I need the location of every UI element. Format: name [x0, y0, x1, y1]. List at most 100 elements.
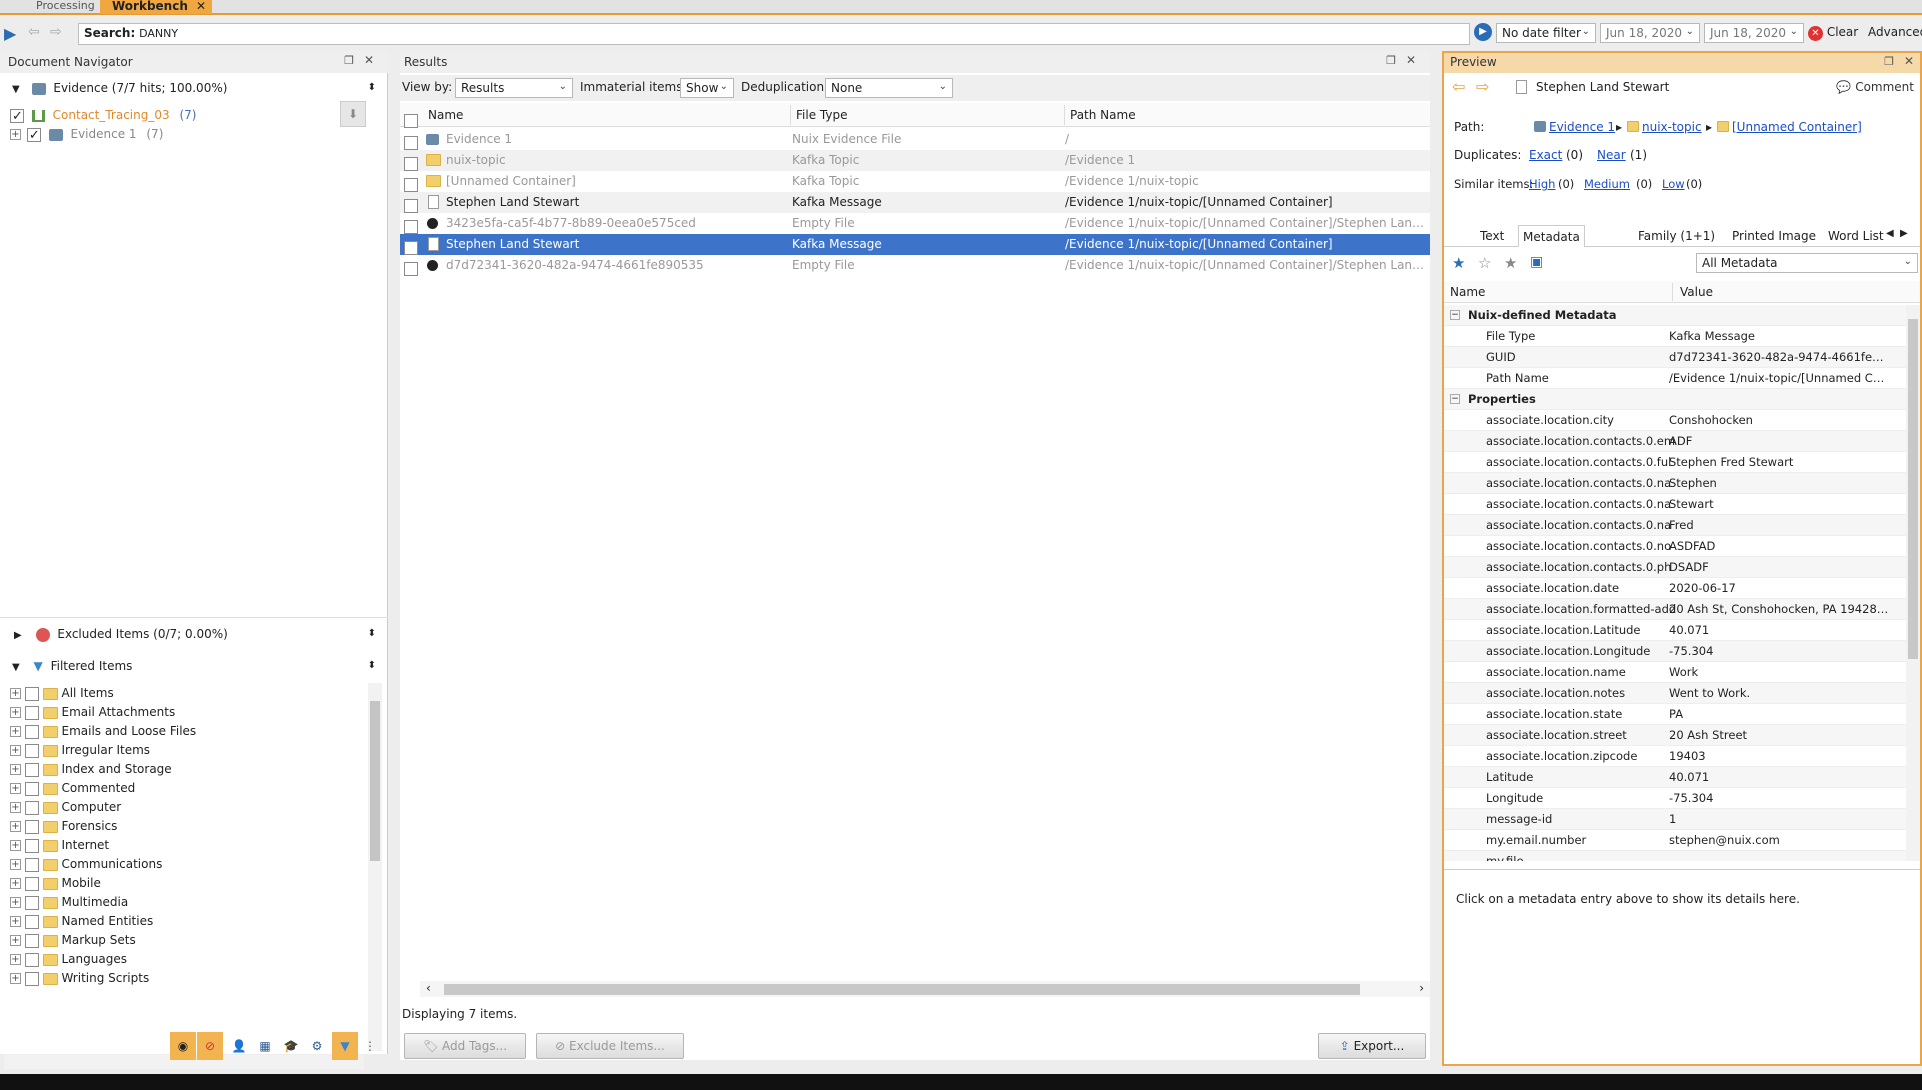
low-link[interactable]: Low — [1662, 174, 1685, 194]
filter-icon[interactable]: ▼ — [332, 1032, 358, 1060]
forward-arrow-icon[interactable]: ⇨ — [1476, 75, 1489, 99]
column-divider[interactable] — [1672, 283, 1673, 301]
row-checkbox[interactable] — [404, 177, 418, 192]
metadata-row[interactable]: GUID d7d72341-3620-482a-9474-4661fe89... — [1444, 347, 1906, 368]
table-row[interactable]: 3423e5fa-ca5f-4b77-8b89-0eea0e575ced Emp… — [400, 213, 1430, 234]
tab-scroll-left-icon[interactable]: ◀ — [1886, 228, 1894, 239]
row-checkbox[interactable] — [404, 198, 418, 213]
metadata-row[interactable]: my.email.number stephen@nuix.com — [1444, 830, 1906, 851]
run-search-icon[interactable]: ▶ — [4, 24, 16, 43]
filter-list-scrollbar[interactable] — [368, 683, 382, 1051]
metadata-row[interactable]: associate.location.name Work — [1444, 662, 1906, 683]
evidence-tree-item[interactable]: + Evidence 1 (7) — [10, 124, 163, 146]
path-link-container[interactable]: [Unnamed Container] — [1732, 117, 1862, 137]
metadata-row[interactable]: my.file — [1444, 851, 1906, 861]
table-row-selected[interactable]: Stephen Land Stewart Kafka Message /Evid… — [400, 234, 1430, 255]
expand-icon[interactable]: + — [10, 935, 21, 946]
metadata-row[interactable]: Latitude 40.071 — [1444, 767, 1906, 788]
metadata-row[interactable]: Longitude -75.304 — [1444, 788, 1906, 809]
filter-item[interactable]: + All Items — [10, 683, 114, 703]
restore-icon[interactable]: ❐ — [344, 54, 354, 67]
filter-checkbox[interactable] — [24, 705, 39, 720]
metadata-row[interactable]: Path Name/Evidence 1/nuix-topic/[Unnamed… — [1444, 368, 1906, 389]
filter-item[interactable]: + Markup Sets — [10, 930, 136, 950]
metadata-row[interactable]: associate.location.contacts.0.na Fred — [1444, 515, 1906, 536]
restore-icon[interactable]: ❐ — [1386, 54, 1396, 67]
expand-icon[interactable]: + — [10, 859, 21, 870]
splitter[interactable] — [0, 617, 388, 618]
scrollbar-thumb[interactable] — [1908, 319, 1918, 659]
expand-icon[interactable]: + — [10, 745, 21, 756]
filter-item[interactable]: + Computer — [10, 797, 121, 817]
tree-checkbox[interactable] — [26, 126, 41, 146]
filter-item[interactable]: + Email Attachments — [10, 702, 175, 722]
tab-family[interactable]: Family (1+1) — [1634, 225, 1719, 247]
filter-checkbox[interactable] — [24, 857, 39, 872]
expand-icon[interactable]: + — [10, 783, 21, 794]
filter-item[interactable]: + Writing Scripts — [10, 968, 149, 988]
table-row[interactable]: [Unnamed Container] Kafka Topic /Evidenc… — [400, 171, 1430, 192]
collapse-icon[interactable]: − — [1450, 394, 1460, 404]
metadata-row[interactable]: associate.location.contacts.0.no ASDFAD — [1444, 536, 1906, 557]
tab-metadata[interactable]: Metadata — [1518, 225, 1585, 247]
scroll-right-icon[interactable]: › — [1419, 981, 1424, 995]
expand-icon[interactable]: + — [10, 821, 21, 832]
row-checkbox[interactable] — [404, 135, 418, 150]
table-row[interactable]: Evidence 1 Nuix Evidence File / — [400, 129, 1430, 150]
expand-icon[interactable]: + — [10, 878, 21, 889]
filter-checkbox[interactable] — [24, 781, 39, 796]
near-link[interactable]: Near — [1597, 145, 1626, 165]
expand-icon[interactable]: + — [10, 764, 21, 775]
metadata-row[interactable]: associate.location.street 20 Ash Street — [1444, 725, 1906, 746]
close-icon[interactable]: ✕ — [364, 53, 374, 67]
comment-button[interactable]: 💬 Comment — [1836, 75, 1914, 99]
row-checkbox[interactable] — [404, 240, 418, 255]
filter-checkbox[interactable] — [24, 914, 39, 929]
filter-checkbox[interactable] — [24, 819, 39, 834]
date-filter-select[interactable]: No date filter ⌄ — [1496, 23, 1596, 43]
immaterial-select[interactable]: Show ⌄ — [680, 78, 734, 98]
expand-icon[interactable]: + — [10, 954, 21, 965]
excluded-items-header[interactable]: ▶ Excluded Items (0/7; 0.00%) ⬍ — [0, 623, 388, 645]
expand-icon[interactable]: + — [10, 916, 21, 927]
filtered-items-header[interactable]: ▼ ▼ Filtered Items ⬍ — [0, 655, 388, 677]
metadata-row[interactable]: associate.location.contacts.0.ph DSADF — [1444, 557, 1906, 578]
filter-item[interactable]: + Commented — [10, 778, 135, 798]
evidence-tree-item[interactable]: Contact_Tracing_03 (7) — [10, 105, 196, 127]
metadata-row[interactable]: associate.location.state PA — [1444, 704, 1906, 725]
path-link-topic[interactable]: nuix-topic — [1642, 117, 1702, 137]
dedup-select[interactable]: None ⌄ — [825, 78, 953, 98]
filter-item[interactable]: + Mobile — [10, 873, 101, 893]
row-checkbox[interactable] — [404, 156, 418, 171]
tab-text[interactable]: Text — [1476, 225, 1508, 247]
excluded-filter-icon[interactable]: ⊘ — [197, 1032, 223, 1060]
back-icon[interactable]: ⇦ — [28, 24, 40, 40]
add-tags-button[interactable]: 🏷 Add Tags... — [404, 1033, 526, 1059]
collapse-triangle-icon[interactable]: ▼ — [12, 662, 20, 673]
date-search-icon[interactable]: ▶ — [1474, 23, 1492, 41]
column-divider[interactable] — [1064, 105, 1065, 125]
tab-scroll-right-icon[interactable]: ▶ — [1900, 228, 1908, 239]
export-button[interactable]: ⇪ Export... — [1318, 1033, 1426, 1059]
scrollbar-thumb[interactable] — [444, 984, 1360, 995]
expand-triangle-icon[interactable]: ▶ — [14, 630, 22, 641]
graduation-cap-icon[interactable]: 🎓 — [280, 1032, 302, 1060]
metadata-col-name[interactable]: Name — [1450, 281, 1485, 303]
date-from-field[interactable]: Jun 18, 2020 ⌄ — [1600, 23, 1700, 43]
custodian-icon[interactable]: 👤 — [228, 1032, 250, 1060]
expand-icon[interactable]: + — [10, 688, 21, 699]
tree-checkbox[interactable] — [10, 107, 24, 127]
sort-icon[interactable]: ⬍ — [368, 77, 376, 99]
more-icon[interactable]: ⋮ — [360, 1032, 380, 1060]
tab-printed-image[interactable]: Printed Image — [1728, 225, 1820, 247]
sort-icon[interactable]: ⬍ — [368, 655, 376, 677]
restore-icon[interactable]: ❐ — [1884, 55, 1894, 68]
filter-item[interactable]: + Irregular Items — [10, 740, 150, 760]
expand-icon[interactable]: + — [10, 802, 21, 813]
tab-workbench[interactable]: Workbench ✕ — [100, 0, 212, 14]
clear-button[interactable]: ✕ Clear — [1808, 25, 1858, 41]
expand-icon[interactable]: + — [10, 726, 21, 737]
row-checkbox[interactable] — [404, 219, 418, 234]
path-link-evidence[interactable]: Evidence 1 — [1549, 117, 1615, 137]
collapse-icon[interactable]: − — [1450, 310, 1460, 320]
